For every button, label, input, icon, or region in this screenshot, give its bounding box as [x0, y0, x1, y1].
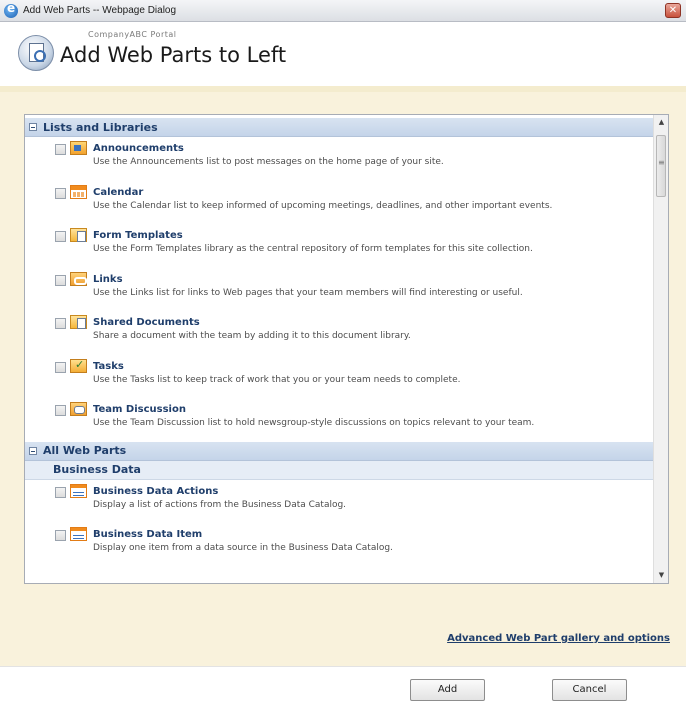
web-part-name: Announcements: [93, 143, 184, 154]
web-part-description: Use the Team Discussion list to hold new…: [93, 418, 535, 428]
web-part-checkbox[interactable]: [55, 187, 66, 199]
portal-icon: [18, 35, 54, 71]
dialog-footer: Add Cancel: [0, 666, 686, 709]
web-part-checkbox[interactable]: [55, 274, 66, 286]
add-button[interactable]: Add: [410, 679, 485, 701]
web-part-name: Business Data Item: [93, 529, 203, 540]
advanced-gallery-link[interactable]: Advanced Web Part gallery and options: [447, 633, 670, 644]
web-part-description: Use the Tasks list to keep track of work…: [93, 374, 461, 385]
web-part-item: Business Data Item Display one item from…: [25, 523, 654, 567]
web-part-item: Team Discussion Use the Team Discussion …: [25, 398, 654, 442]
web-part-item: Business Data Actions Display a list of …: [25, 480, 654, 524]
web-part-description: Use the Form Templates library as the ce…: [93, 244, 533, 254]
discussion-icon: [70, 402, 87, 416]
web-part-checkbox[interactable]: [55, 405, 66, 416]
web-part-checkbox[interactable]: [55, 361, 66, 373]
scroll-up-icon[interactable]: ▲: [654, 115, 668, 130]
web-part-name: Calendar: [93, 186, 144, 198]
web-part-name: Form Templates: [93, 230, 183, 241]
business-data-icon: [70, 483, 87, 498]
links-icon: [70, 271, 87, 286]
web-part-checkbox[interactable]: [55, 486, 66, 498]
web-part-description: Display one item from a data source in t…: [93, 543, 393, 553]
web-part-name: Shared Documents: [93, 317, 200, 328]
web-part-item: Shared Documents Share a document with t…: [25, 311, 654, 355]
dialog-body: Lists and Libraries Announcements Use th…: [0, 86, 686, 666]
announcements-icon: [70, 141, 87, 155]
library-icon: [70, 315, 87, 329]
scroll-thumb[interactable]: [656, 135, 666, 197]
collapse-icon[interactable]: [29, 123, 37, 131]
section-all-web-parts[interactable]: All Web Parts: [25, 441, 654, 461]
web-part-description: Use the Calendar list to keep informed o…: [93, 200, 553, 211]
web-parts-panel: Lists and Libraries Announcements Use th…: [24, 114, 669, 584]
web-part-item: Calendar Use the Calendar list to keep i…: [25, 181, 654, 225]
web-part-description: Use the Announcements list to post messa…: [93, 157, 444, 167]
web-part-name: Business Data Actions: [93, 485, 219, 497]
web-part-name: Links: [93, 273, 123, 285]
web-part-description: Display a list of actions from the Busin…: [93, 499, 347, 510]
tasks-icon: [70, 358, 87, 373]
vertical-scrollbar[interactable]: ▲ ▼: [653, 115, 668, 583]
portal-name: CompanyABC Portal: [88, 30, 177, 39]
scroll-down-icon[interactable]: ▼: [654, 568, 668, 583]
web-part-description: Share a document with the team by adding…: [93, 331, 411, 341]
section-label: Lists and Libraries: [43, 120, 158, 134]
dialog-header: CompanyABC Portal Add Web Parts to Left: [0, 22, 686, 86]
calendar-icon: [70, 184, 87, 199]
web-part-name: Tasks: [93, 360, 124, 372]
section-label: All Web Parts: [43, 444, 127, 457]
business-data-icon: [70, 527, 87, 541]
web-part-checkbox[interactable]: [55, 144, 66, 155]
web-part-checkbox[interactable]: [55, 318, 66, 329]
web-part-item: Announcements Use the Announcements list…: [25, 137, 654, 181]
window-title: Add Web Parts -- Webpage Dialog: [23, 5, 177, 16]
web-part-item: Form Templates Use the Form Templates li…: [25, 224, 654, 268]
collapse-icon[interactable]: [29, 446, 37, 455]
page-title: Add Web Parts to Left: [60, 43, 287, 67]
web-part-item: Tasks Use the Tasks list to keep track o…: [25, 355, 654, 399]
cancel-button[interactable]: Cancel: [552, 679, 627, 701]
browser-icon: [4, 1, 18, 18]
library-icon: [70, 228, 87, 242]
web-part-checkbox[interactable]: [55, 530, 66, 541]
web-part-item: Links Use the Links list for links to We…: [25, 268, 654, 312]
web-part-checkbox[interactable]: [55, 231, 66, 242]
section-lists-and-libraries[interactable]: Lists and Libraries: [25, 118, 654, 137]
web-part-name: Team Discussion: [93, 404, 186, 415]
close-icon[interactable]: ✕: [665, 3, 681, 18]
web-parts-list: Lists and Libraries Announcements Use th…: [25, 115, 654, 583]
window-titlebar: Add Web Parts -- Webpage Dialog ✕: [0, 0, 686, 22]
category-business-data[interactable]: Business Data: [25, 460, 654, 480]
web-part-description: Use the Links list for links to Web page…: [93, 287, 523, 298]
